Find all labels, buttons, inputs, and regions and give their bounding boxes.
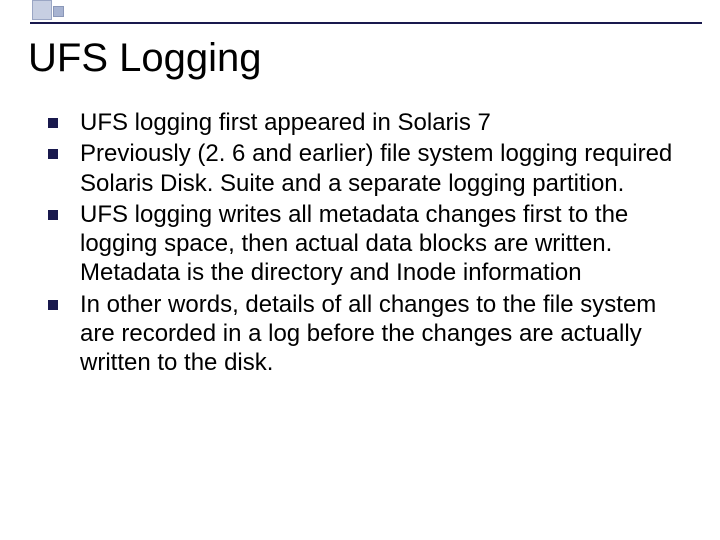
- list-item: In other words, details of all changes t…: [48, 290, 684, 378]
- slide-body: UFS logging first appeared in Solaris 7 …: [48, 108, 684, 379]
- bullet-icon: [48, 149, 58, 159]
- bullet-text: UFS logging writes all metadata changes …: [80, 200, 684, 288]
- bullet-icon: [48, 118, 58, 128]
- divider: [30, 22, 702, 24]
- slide-title: UFS Logging: [28, 36, 261, 81]
- list-item: UFS logging writes all metadata changes …: [48, 200, 684, 288]
- bullet-text: UFS logging first appeared in Solaris 7: [80, 108, 491, 137]
- square-icon: [32, 0, 52, 20]
- bullet-icon: [48, 300, 58, 310]
- square-small-icon: [53, 6, 64, 17]
- bullet-text: In other words, details of all changes t…: [80, 290, 684, 378]
- header-decoration: [0, 0, 720, 22]
- bullet-text: Previously (2. 6 and earlier) file syste…: [80, 139, 684, 198]
- bullet-icon: [48, 210, 58, 220]
- slide: UFS Logging UFS logging first appeared i…: [0, 0, 720, 540]
- list-item: UFS logging first appeared in Solaris 7: [48, 108, 684, 137]
- list-item: Previously (2. 6 and earlier) file syste…: [48, 139, 684, 198]
